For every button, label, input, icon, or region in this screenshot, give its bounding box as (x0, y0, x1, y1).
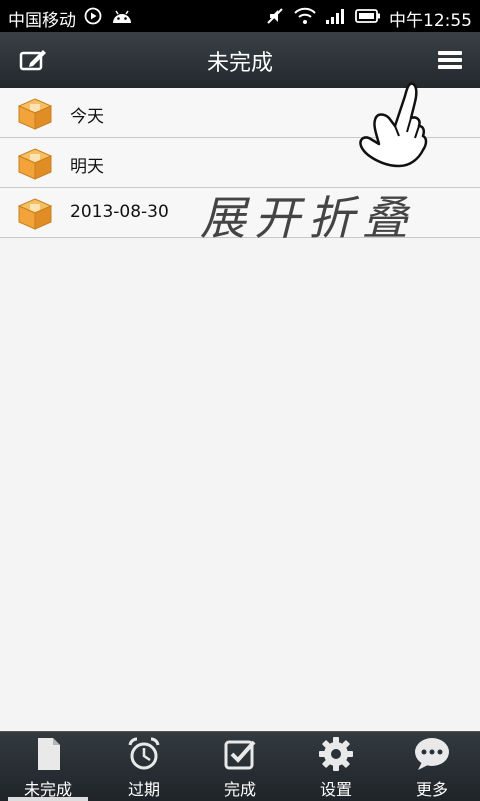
tab-label: 设置 (319, 780, 352, 799)
tab-settings[interactable]: 设置 (288, 732, 384, 801)
battery-icon (355, 8, 381, 29)
page-title: 未完成 (206, 51, 273, 76)
wifi-icon (293, 7, 317, 30)
document-icon (28, 736, 68, 772)
gear-icon (316, 736, 356, 772)
signal-icon (325, 7, 347, 30)
checkbox-icon (220, 736, 260, 772)
tab-completed[interactable]: 完成 (192, 732, 288, 801)
handwritten-hint: 展开折叠 (200, 191, 416, 245)
list-item-label: 2013-08-30 (70, 202, 169, 222)
alarm-clock-icon (124, 736, 164, 772)
tab-label: 完成 (223, 780, 256, 799)
box-icon (16, 147, 54, 181)
tab-incomplete[interactable]: 未完成 (0, 732, 96, 801)
tab-label: 更多 (415, 780, 448, 799)
play-icon (84, 7, 102, 30)
status-right: 中午12:55 (265, 6, 472, 31)
box-icon (16, 197, 54, 231)
menu-icon[interactable] (436, 46, 464, 74)
status-bar: 中国移动 中午12:55 (0, 0, 480, 32)
list-item-label: 今天 (70, 107, 104, 127)
mute-icon (265, 6, 285, 31)
box-icon (16, 97, 54, 131)
status-time: 中午12:55 (389, 11, 472, 31)
chat-bubble-icon (412, 736, 452, 772)
android-icon (110, 7, 134, 30)
tab-more[interactable]: 更多 (384, 732, 480, 801)
tab-label: 过期 (127, 780, 160, 799)
carrier-label: 中国移动 (8, 11, 76, 31)
status-left: 中国移动 (8, 6, 134, 31)
tab-overdue[interactable]: 过期 (96, 732, 192, 801)
list-item-label: 明天 (70, 157, 104, 177)
active-tab-indicator (8, 797, 88, 801)
hand-pointer-icon (355, 80, 435, 170)
bottom-tab-bar: 未完成 过期 完成 设置 更多 (0, 731, 480, 801)
